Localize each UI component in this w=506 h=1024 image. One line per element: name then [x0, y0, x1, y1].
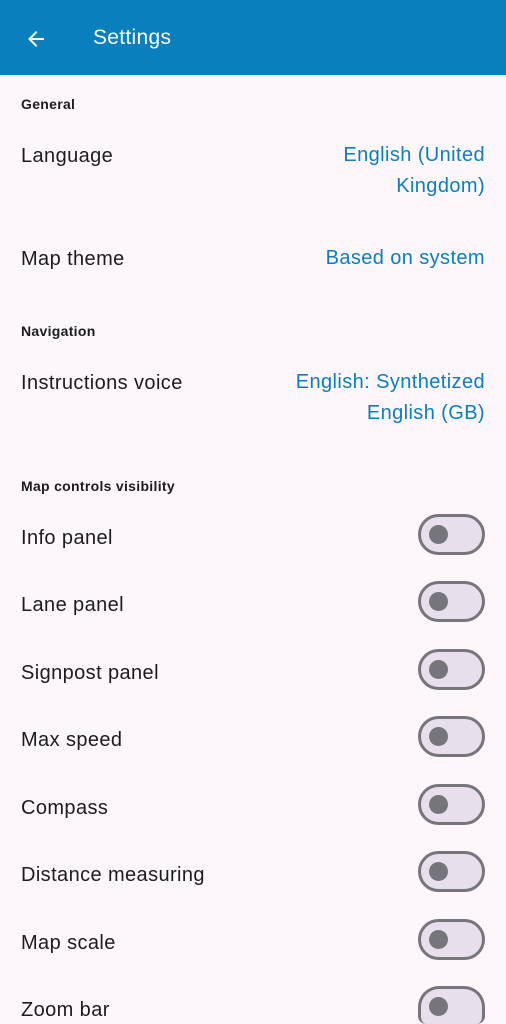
section-header-map-controls: Map controls visibility	[21, 478, 175, 494]
arrow-back-icon	[28, 31, 44, 47]
max-speed-switch[interactable]	[418, 716, 485, 757]
language-value: English (United Kingdom)	[343, 144, 485, 197]
compass-setting[interactable]: Compass	[0, 784, 506, 828]
distance-measuring-label: Distance measuring	[21, 864, 205, 886]
lane-panel-setting[interactable]: Lane panel	[0, 581, 506, 625]
info-panel-label: Info panel	[21, 527, 113, 549]
map-theme-setting[interactable]: Map theme Based on system	[0, 235, 506, 283]
compass-label: Compass	[21, 797, 109, 819]
switch-thumb	[429, 862, 448, 881]
max-speed-label: Max speed	[21, 729, 123, 751]
info-panel-setting[interactable]: Info panel	[0, 514, 506, 558]
instructions-voice-setting[interactable]: Instructions voice English: Synthetized …	[0, 362, 506, 437]
info-panel-switch[interactable]	[418, 514, 485, 555]
back-button[interactable]	[14, 17, 58, 61]
switch-thumb	[429, 525, 448, 544]
section-header-general: General	[21, 96, 76, 112]
switch-thumb	[429, 997, 448, 1016]
map-theme-value: Based on system	[325, 247, 485, 269]
map-scale-switch[interactable]	[418, 919, 485, 960]
lane-panel-label: Lane panel	[21, 594, 124, 616]
signpost-panel-label: Signpost panel	[21, 662, 159, 684]
signpost-panel-setting[interactable]: Signpost panel	[0, 649, 506, 693]
map-scale-setting[interactable]: Map scale	[0, 919, 506, 963]
switch-thumb	[429, 660, 448, 679]
section-header-navigation: Navigation	[21, 323, 96, 339]
language-setting[interactable]: Language English (United Kingdom)	[0, 135, 506, 210]
zoom-bar-label: Zoom bar	[21, 999, 110, 1021]
max-speed-setting[interactable]: Max speed	[0, 716, 506, 760]
distance-measuring-setting[interactable]: Distance measuring	[0, 851, 506, 895]
compass-switch[interactable]	[418, 784, 485, 825]
instructions-voice-label: Instructions voice	[21, 372, 183, 394]
switch-thumb	[429, 727, 448, 746]
app-bar: Settings	[0, 0, 506, 75]
distance-measuring-switch[interactable]	[418, 851, 485, 892]
zoom-bar-switch[interactable]	[418, 986, 485, 1024]
switch-thumb	[429, 592, 448, 611]
switch-thumb	[429, 930, 448, 949]
page-title: Settings	[93, 26, 172, 49]
signpost-panel-switch[interactable]	[418, 649, 485, 690]
zoom-bar-setting[interactable]: Zoom bar	[0, 986, 506, 1024]
instructions-voice-value: English: Synthetized English (GB)	[295, 371, 485, 424]
map-theme-label: Map theme	[21, 248, 125, 270]
switch-thumb	[429, 795, 448, 814]
lane-panel-switch[interactable]	[418, 581, 485, 622]
language-label: Language	[21, 145, 114, 167]
map-scale-label: Map scale	[21, 932, 116, 954]
